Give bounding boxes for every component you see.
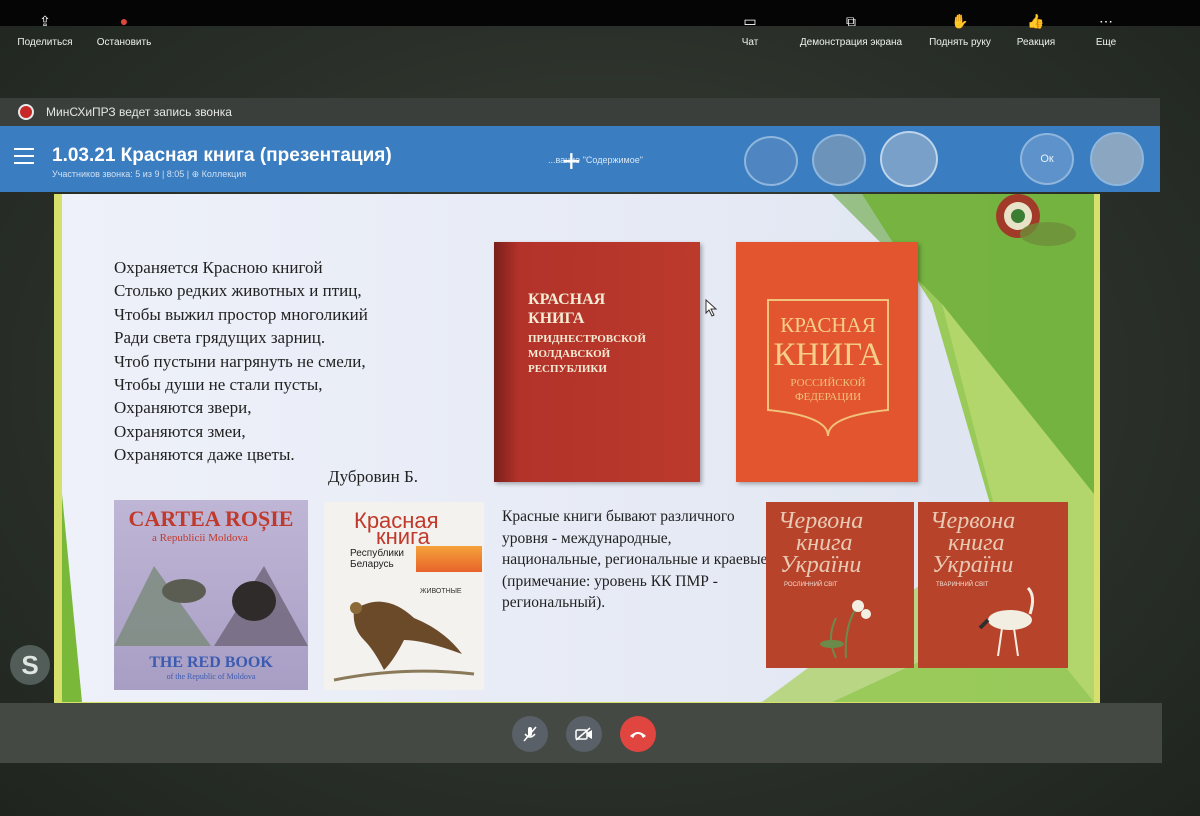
book-subtitle-line: РЕСПУБЛИКИ xyxy=(528,363,607,375)
end-call-button[interactable] xyxy=(620,716,656,752)
crane-illustration xyxy=(978,586,1035,657)
info-text: Красные книги бывают различного уровня -… xyxy=(502,508,768,611)
call-title: 1.03.21 Красная книга (презентация) xyxy=(52,145,392,166)
flower-illustration xyxy=(820,600,871,659)
reaction-label: Реакция xyxy=(1016,36,1056,48)
chat-icon: ▭ xyxy=(743,12,757,29)
stop-label: Остановить xyxy=(96,36,152,48)
book-subtitle-line: МОЛДАВСКОЙ xyxy=(528,348,611,360)
book-title: CARTEA ROȘIE xyxy=(128,506,294,531)
participant-avatar[interactable] xyxy=(812,134,866,186)
book-subtitle: a Republicii Moldova xyxy=(152,532,248,544)
participant-avatar-initials[interactable]: Ок xyxy=(1020,133,1074,185)
screen-share-button[interactable]: ⧉ Демонстрация экрана xyxy=(792,0,910,60)
poem-line: Чтоб пустыни нагрянуть не смели, xyxy=(114,351,366,371)
poem-line: Охраняются звери, xyxy=(114,398,252,418)
chat-button[interactable]: ▭ Чат xyxy=(730,0,770,60)
poem-line: Чтобы души не стали пусты, xyxy=(114,375,323,395)
book-cover-moldova: CARTEA ROȘIE a Republicii Moldova THE RE… xyxy=(114,500,308,690)
book-title-line: КРАСНАЯ xyxy=(780,313,876,337)
book-animals-illustration xyxy=(114,566,308,646)
more-label: Еще xyxy=(1095,36,1117,48)
book-subtitle-line: РОССИЙСКОЙ xyxy=(790,377,866,389)
raise-hand-label: Поднять руку xyxy=(929,36,991,48)
recording-banner: МинСХиПРЗ ведет запись звонка xyxy=(0,98,1160,126)
book-title-line: Червона xyxy=(930,508,1016,534)
book-subtitle-line: ПРИДНЕСТРОВСКОЙ xyxy=(528,333,646,345)
stop-recording-button[interactable]: ● Остановить xyxy=(88,0,160,60)
book-en-subtitle: of the Republic of Moldova xyxy=(166,672,256,681)
poem-line: Охраняются даже цветы. xyxy=(114,445,295,465)
chat-label: Чат xyxy=(741,36,759,48)
book-title-line: Червона xyxy=(778,508,864,534)
book-title-line: КРАСНАЯ xyxy=(528,291,606,308)
book-cover-belarus: Красная книга Республики Беларусь ЖИВОТН… xyxy=(324,502,484,690)
screen-share-label: Демонстрация экрана xyxy=(799,36,903,48)
book-cover-rf: КРАСНАЯ КНИГА РОССИЙСКОЙ ФЕДЕРАЦИИ xyxy=(736,242,918,482)
add-participant-icon[interactable]: + xyxy=(562,145,581,177)
hand-icon: ✋ xyxy=(951,12,969,29)
thumbs-up-icon: 👍 xyxy=(1027,12,1045,29)
book-title-line: України xyxy=(780,552,862,578)
raise-hand-button[interactable]: ✋ Поднять руку xyxy=(922,0,998,60)
participant-avatar[interactable] xyxy=(880,131,938,187)
book-title-line: КНИГА xyxy=(528,310,585,327)
camera-off-icon xyxy=(575,727,592,741)
poem: Охраняется Красною книгой Столько редких… xyxy=(114,256,368,467)
book-subtitle: Республики Беларусь xyxy=(350,548,404,570)
share-button[interactable]: ⇪ Поделиться xyxy=(10,0,80,60)
record-icon xyxy=(18,104,34,120)
book-cover-pmr: КРАСНАЯ КНИГА ПРИДНЕСТРОВСКОЙ МОЛДАВСКОЙ… xyxy=(494,242,700,482)
recording-text: МинСХиПРЗ ведет запись звонка xyxy=(46,105,232,119)
poem-line: Столько редких животных и птиц, xyxy=(114,281,362,301)
book-title-line: книга xyxy=(796,530,853,556)
poem-author: Дубровин Б. xyxy=(328,467,419,486)
eagle-illustration xyxy=(333,601,475,682)
call-subtitle: Участников звонка: 5 из 9 | 8:05 | ⊕ Кол… xyxy=(52,169,247,179)
book-title-line: України xyxy=(932,552,1014,578)
mute-microphone-button[interactable] xyxy=(512,716,548,752)
poem-line: Охраняется Красною книгой xyxy=(114,258,323,277)
book-title-line: книга xyxy=(376,524,430,549)
book-cover-ukraine-flora: Червона книга України РОСЛИННИЙ СВІТ xyxy=(766,502,914,668)
poem-line: Чтобы выжил простор многоликий xyxy=(114,304,368,324)
book-cover-ukraine-fauna: Червона книга України ТВАРИННИЙ СВІТ xyxy=(918,502,1068,668)
share-icon: ⇪ xyxy=(39,12,51,29)
mouse-cursor-icon xyxy=(705,299,718,317)
book-subtitle-line: ФЕДЕРАЦИИ xyxy=(794,391,862,403)
more-dots-icon: ⋯ xyxy=(1099,12,1113,29)
hamburger-menu-icon[interactable] xyxy=(14,148,34,164)
skype-logo-icon: S xyxy=(10,645,50,685)
slide-emblem-icon xyxy=(996,194,1076,246)
more-button[interactable]: ⋯ Еще xyxy=(1086,0,1126,60)
reaction-button[interactable]: 👍 Реакция xyxy=(1010,0,1062,60)
book-title-line: книга xyxy=(948,530,1005,556)
presentation-slide: Охраняется Красною книгой Столько редких… xyxy=(62,194,1094,702)
poem-line: Охраняются змеи, xyxy=(114,421,246,441)
share-label: Поделиться xyxy=(17,36,73,48)
book-title-line: КНИГА xyxy=(773,337,883,373)
poem-line: Ради света грядущих зарниц. xyxy=(114,328,326,348)
camera-off-button[interactable] xyxy=(566,716,602,752)
book-sunset-image xyxy=(416,546,482,572)
book-en-title: THE RED BOOK xyxy=(149,654,273,671)
participant-avatar[interactable] xyxy=(1090,132,1144,186)
hang-up-icon xyxy=(630,732,646,738)
participant-avatar[interactable] xyxy=(744,136,798,186)
mic-off-icon xyxy=(523,726,537,742)
screen-share-icon: ⧉ xyxy=(846,12,856,29)
stop-record-icon: ● xyxy=(119,12,129,29)
